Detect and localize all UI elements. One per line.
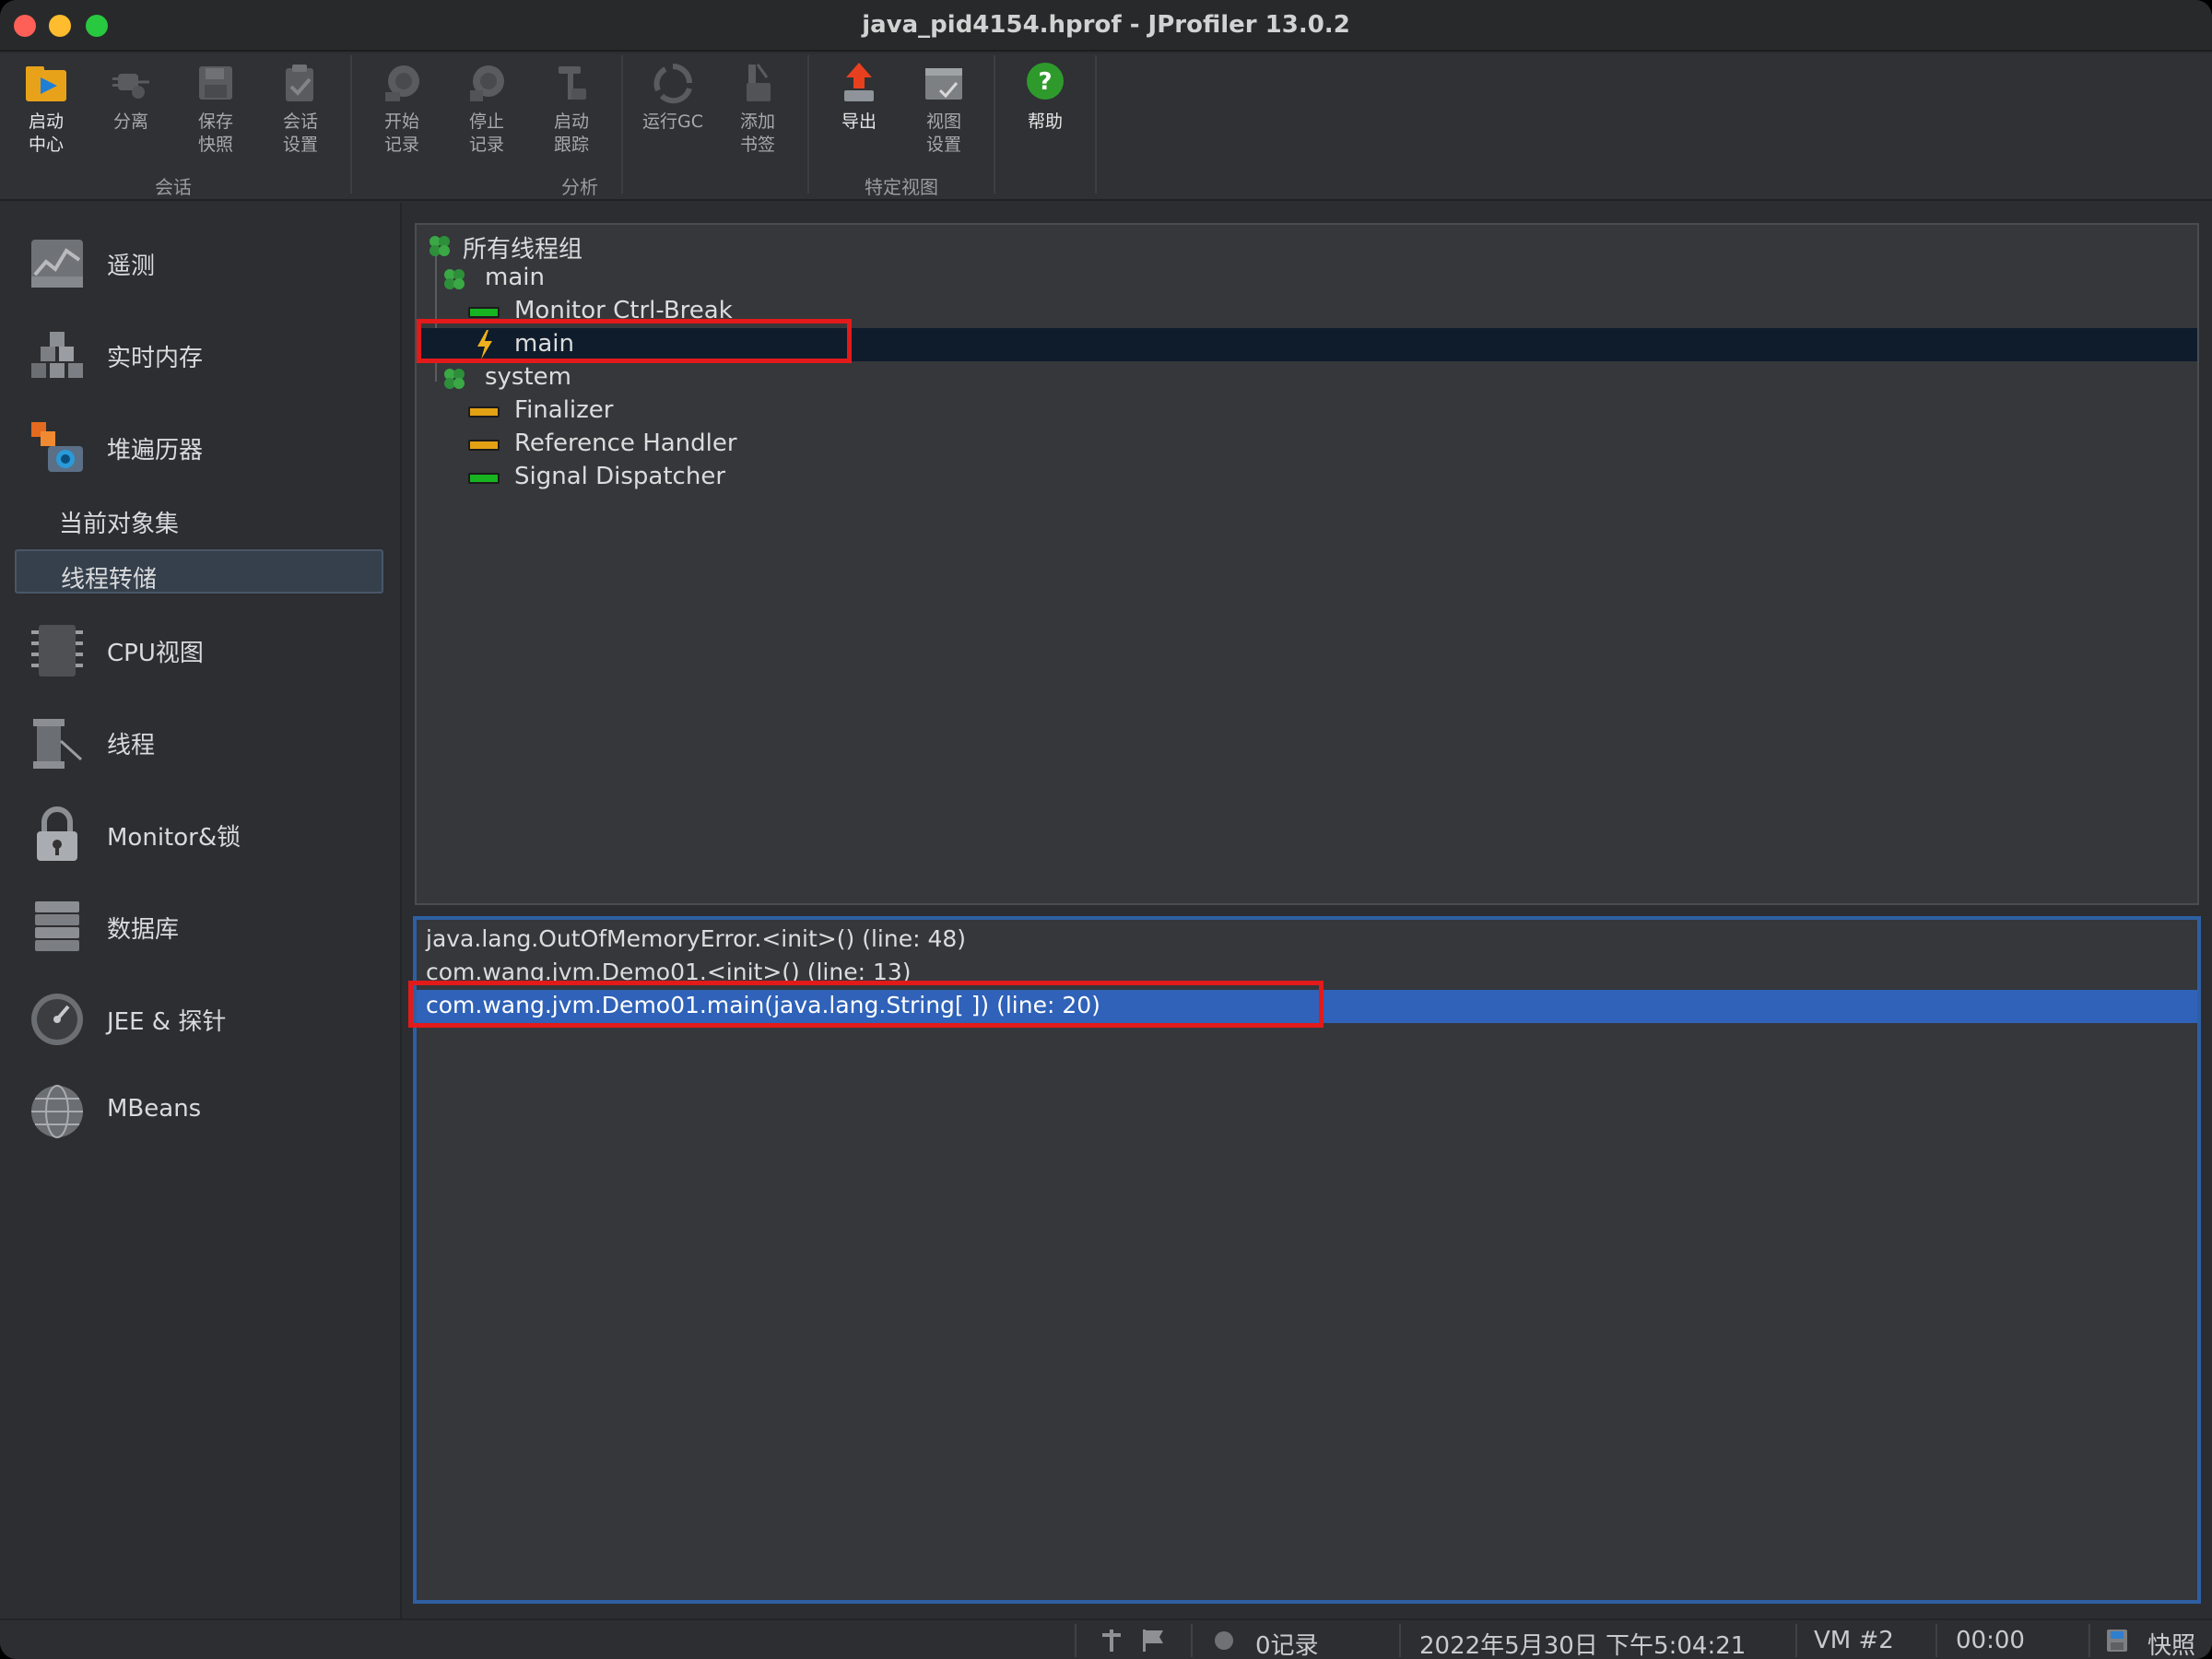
toolbar-group-specific-view: 特定视图 bbox=[865, 176, 938, 198]
status-separator bbox=[1399, 1624, 1401, 1657]
thread-runnable-indicator bbox=[468, 473, 500, 484]
tree-row-group-main[interactable]: main bbox=[417, 262, 2197, 295]
launch-center-button[interactable]: 启动 中心 bbox=[7, 61, 85, 157]
help-button[interactable]: ? 帮助 bbox=[1006, 61, 1084, 134]
tree-row-thread-finalizer[interactable]: Finalizer bbox=[417, 394, 2197, 428]
session-settings-button[interactable]: 会话 设置 bbox=[262, 61, 339, 157]
tree-row-group-system[interactable]: system bbox=[417, 361, 2197, 394]
sidebar-item-thread-dump[interactable]: 线程转储 bbox=[15, 549, 383, 594]
sidebar-item-mbeans[interactable]: MBeans bbox=[0, 1071, 402, 1145]
tree-row-all-thread-groups[interactable]: 所有线程组 bbox=[417, 229, 2197, 264]
elapsed-time: 00:00 bbox=[1956, 1627, 2025, 1654]
stop-recording-icon bbox=[470, 65, 504, 101]
detach-button[interactable]: 分离 bbox=[92, 61, 170, 134]
recordings-count: 0记录 bbox=[1255, 1632, 1319, 1659]
thread-group-icon bbox=[429, 236, 450, 256]
sidebar-item-jee-probes[interactable]: JEE & 探针 bbox=[0, 979, 402, 1053]
session-settings-icon bbox=[286, 65, 313, 101]
pin-icon bbox=[1102, 1630, 1121, 1652]
sidebar-item-telemetry[interactable]: 遥测 bbox=[0, 223, 402, 297]
thread-waiting-indicator bbox=[468, 440, 500, 451]
add-bookmark-icon bbox=[747, 64, 771, 101]
toolbar-group-session: 会话 bbox=[155, 176, 192, 198]
sidebar-item-live-memory[interactable]: 实时内存 bbox=[0, 315, 402, 389]
sidebar-item-database[interactable]: 数据库 bbox=[0, 887, 402, 960]
start-tracking-button[interactable]: 启动 跟踪 bbox=[533, 61, 610, 157]
sidebar-item-cpu-view[interactable]: CPU视图 bbox=[0, 610, 402, 684]
toolbar-separator bbox=[350, 55, 352, 194]
sidebar-item-threads[interactable]: 线程 bbox=[0, 702, 402, 776]
add-bookmark-button[interactable]: 添加 书签 bbox=[719, 61, 796, 157]
svg-text:?: ? bbox=[1038, 68, 1052, 96]
live-memory-icon bbox=[31, 332, 83, 378]
view-settings-icon bbox=[925, 68, 962, 100]
cpu-chip-icon bbox=[31, 625, 83, 677]
toolbar: 启动 中心 分离 保存 快照 会话 设置 会话 开始 记录 停止 记录 启动 跟… bbox=[0, 53, 2212, 201]
tree-row-thread-signal-dispatcher[interactable]: Signal Dispatcher bbox=[417, 461, 2197, 494]
gauge-icon bbox=[31, 994, 83, 1045]
heap-walker-icon bbox=[31, 422, 83, 472]
status-separator bbox=[1795, 1624, 1797, 1657]
snapshot-datetime: 2022年5月30日 下午5:04:21 bbox=[1419, 1632, 1747, 1659]
detach-plug-icon bbox=[112, 74, 149, 99]
export-icon bbox=[844, 63, 874, 101]
threads-icon bbox=[33, 719, 83, 769]
launch-center-icon bbox=[26, 66, 66, 101]
start-recording-button[interactable]: 开始 记录 bbox=[363, 61, 441, 157]
highlight-box-main-thread bbox=[417, 319, 852, 363]
jprofiler-window: java_pid4154.hprof - JProfiler 13.0.2 启动… bbox=[0, 0, 2212, 1659]
toolbar-separator bbox=[807, 55, 809, 194]
start-recording-icon bbox=[385, 65, 419, 101]
status-bar: 0记录 2022年5月30日 下午5:04:21 VM #2 00:00 快照 bbox=[0, 1618, 2212, 1659]
sidebar-item-current-objects[interactable]: 当前对象集 bbox=[15, 496, 383, 540]
sidebar-item-monitor-locks[interactable]: Monitor&锁 bbox=[0, 794, 402, 868]
status-separator bbox=[2088, 1624, 2090, 1657]
view-settings-button[interactable]: 视图 设置 bbox=[905, 61, 982, 157]
thread-waiting-indicator bbox=[468, 406, 500, 418]
record-status-icon bbox=[1215, 1631, 1233, 1650]
highlight-box-main-frame bbox=[408, 981, 1324, 1028]
sidebar: 遥测 实时内存 堆遍历器 当前对象集 线程转储 CPU视图 线程 Monitor… bbox=[0, 203, 402, 1618]
sidebar-item-heap-walker[interactable]: 堆遍历器 bbox=[0, 407, 402, 481]
toolbar-separator bbox=[1095, 55, 1097, 194]
lock-icon bbox=[37, 806, 77, 861]
run-gc-button[interactable]: 运行GC bbox=[634, 61, 712, 134]
toolbar-separator bbox=[994, 55, 995, 194]
database-icon bbox=[35, 901, 79, 951]
status-separator bbox=[1191, 1624, 1193, 1657]
thread-group-icon bbox=[444, 269, 465, 289]
toolbar-group-analysis: 分析 bbox=[561, 176, 598, 198]
telemetry-icon bbox=[31, 240, 83, 288]
stop-recording-button[interactable]: 停止 记录 bbox=[448, 61, 525, 157]
help-icon: ? bbox=[1027, 63, 1064, 100]
window-title: java_pid4154.hprof - JProfiler 13.0.2 bbox=[862, 11, 1350, 39]
snapshot-mode: 快照 bbox=[2147, 1632, 2196, 1659]
save-snapshot-icon bbox=[199, 66, 232, 100]
thread-runnable-indicator bbox=[468, 307, 500, 318]
thread-group-icon bbox=[444, 369, 465, 389]
status-separator bbox=[1075, 1624, 1077, 1657]
vm-id: VM #2 bbox=[1814, 1627, 1894, 1654]
snapshot-icon bbox=[2107, 1630, 2127, 1652]
title-bar: java_pid4154.hprof - JProfiler 13.0.2 bbox=[0, 0, 2212, 52]
stack-frame-row[interactable]: java.lang.OutOfMemoryError.<init>() (lin… bbox=[417, 924, 2197, 957]
save-snapshot-button[interactable]: 保存 快照 bbox=[177, 61, 254, 157]
tree-row-thread-reference-handler[interactable]: Reference Handler bbox=[417, 428, 2197, 461]
flag-icon bbox=[1143, 1630, 1163, 1652]
export-button[interactable]: 导出 bbox=[820, 61, 898, 134]
globe-icon bbox=[31, 1085, 83, 1138]
run-gc-icon bbox=[653, 64, 692, 104]
status-separator bbox=[1936, 1624, 1937, 1657]
start-tracking-icon bbox=[559, 66, 586, 100]
